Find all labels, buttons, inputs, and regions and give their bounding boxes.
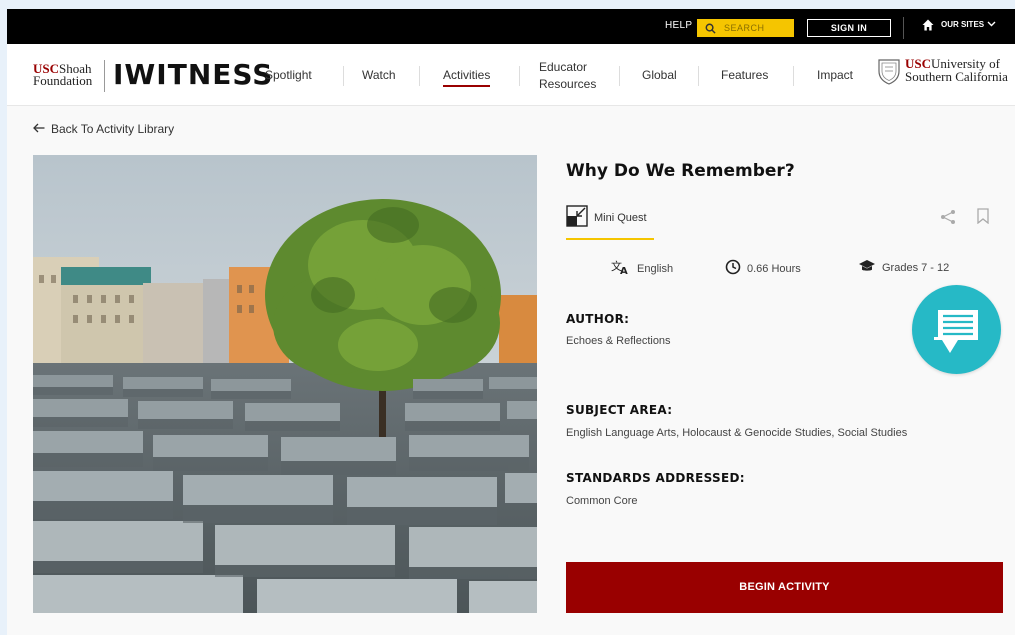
iwitness-logo[interactable]: IWITNESS	[113, 58, 273, 91]
nav-divider	[793, 66, 794, 86]
back-link-label: Back To Activity Library	[51, 122, 175, 136]
usc-line2: Southern California	[905, 69, 1008, 84]
usc-seal-icon	[877, 57, 901, 85]
activity-type-label: Mini Quest	[594, 211, 647, 224]
usc-shoah-logo[interactable]: USCShoah Foundation	[33, 62, 93, 88]
nav-divider	[619, 66, 620, 86]
subject-area-label: SUBJECT AREA:	[566, 403, 673, 417]
activity-type-underline	[566, 238, 654, 240]
our-sites-label: OUR SITES	[941, 20, 985, 29]
svg-text:A: A	[620, 266, 628, 275]
usc-name: USCUniversity of Southern California	[905, 57, 1008, 83]
begin-activity-button[interactable]: BEGIN ACTIVITY	[566, 562, 1003, 613]
nav-divider	[519, 66, 520, 86]
activity-title: Why Do We Remember?	[566, 161, 795, 181]
subject-area-value: English Language Arts, Holocaust & Genoc…	[566, 427, 908, 439]
page: HELP SEARCH SIGN IN OUR SITES USCShoah F…	[7, 9, 1015, 635]
nav-global[interactable]: Global	[642, 68, 677, 82]
grades-info: Grades 7 - 12	[858, 259, 949, 276]
nav-divider	[343, 66, 344, 86]
graduation-cap-icon	[858, 259, 876, 276]
language-label: English	[637, 262, 674, 275]
notes-icon	[912, 310, 1001, 378]
home-icon[interactable]	[922, 19, 934, 34]
sign-in-button[interactable]: SIGN IN	[807, 19, 891, 37]
usc-university-logo[interactable]: USCUniversity of Southern California	[877, 57, 1008, 85]
mini-quest-icon	[566, 205, 588, 230]
utility-divider	[903, 17, 904, 39]
nav-divider	[419, 66, 420, 86]
author-label: AUTHOR:	[566, 312, 630, 326]
floating-chat-button[interactable]	[912, 285, 1001, 374]
activity-type: Mini Quest	[566, 205, 647, 230]
main-nav: USCShoah Foundation IWITNESS Spotlight W…	[7, 44, 1015, 106]
duration-label: 0.66 Hours	[747, 262, 801, 275]
search-label: SEARCH	[724, 23, 765, 33]
share-icon[interactable]	[940, 209, 956, 230]
chevron-down-icon	[987, 20, 996, 29]
nav-educator-line1: Educator	[539, 60, 588, 74]
grades-label: Grades 7 - 12	[882, 261, 950, 274]
nav-impact[interactable]: Impact	[817, 68, 853, 82]
nav-spotlight[interactable]: Spotlight	[265, 68, 312, 82]
standards-label: STANDARDS ADDRESSED:	[566, 471, 745, 485]
translate-icon: 文 A	[611, 259, 631, 278]
search-button[interactable]: SEARCH	[697, 19, 794, 37]
language-info: 文 A English	[611, 259, 673, 278]
duration-info: 0.66 Hours	[725, 259, 801, 278]
nav-educator-resources[interactable]: Educator Resources	[539, 59, 596, 93]
standards-value: Common Core	[566, 495, 638, 507]
utility-bar: HELP SEARCH SIGN IN OUR SITES	[7, 9, 1015, 44]
logo-divider	[104, 60, 105, 92]
help-link[interactable]: HELP	[665, 20, 692, 31]
activity-hero-image	[33, 155, 537, 613]
our-sites-menu[interactable]: OUR SITES	[941, 20, 996, 29]
nav-divider	[698, 66, 699, 86]
search-icon	[705, 23, 716, 34]
clock-icon	[725, 259, 741, 278]
arrow-left-icon	[33, 122, 45, 136]
back-to-library-link[interactable]: Back To Activity Library	[33, 122, 174, 136]
logo-foundation-text: Foundation	[33, 73, 93, 88]
nav-activities[interactable]: Activities	[443, 68, 491, 87]
nav-watch[interactable]: Watch	[362, 68, 396, 82]
bookmark-icon[interactable]	[977, 208, 989, 229]
nav-features[interactable]: Features	[721, 68, 768, 82]
author-value: Echoes & Reflections	[566, 335, 671, 347]
nav-educator-line2: Resources	[539, 77, 597, 91]
